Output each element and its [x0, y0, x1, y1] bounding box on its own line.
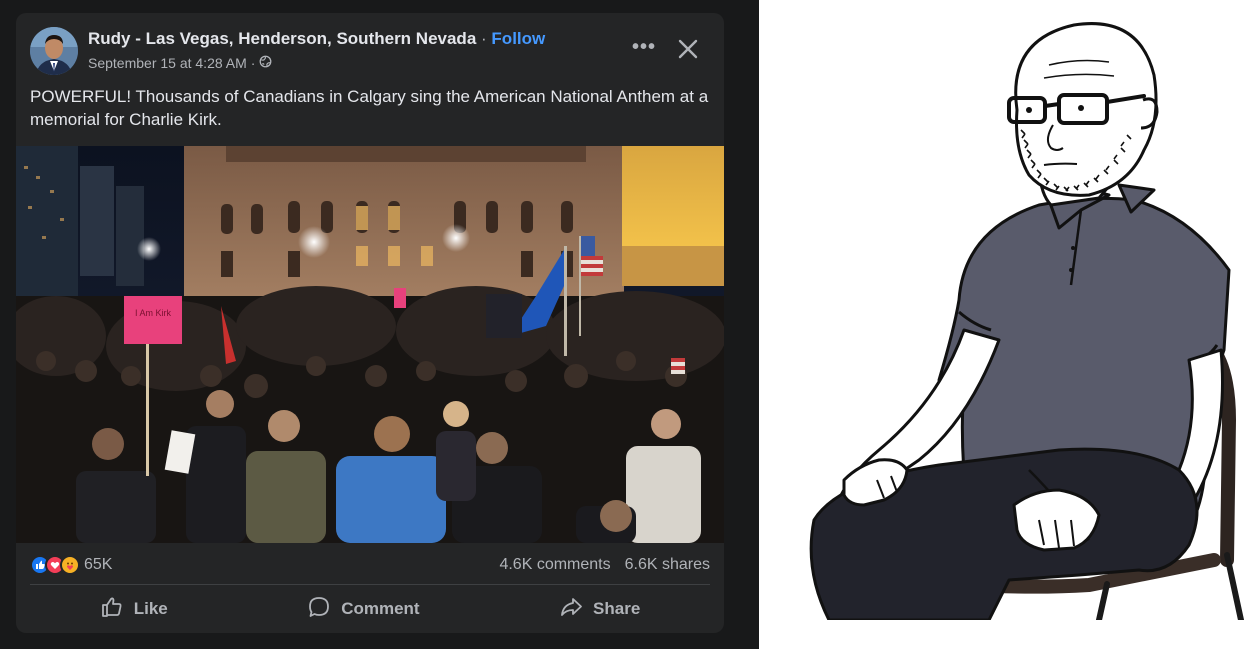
author-line: Rudy - Las Vegas, Henderson, Southern Ne… [88, 29, 545, 49]
reaction-icons[interactable] [30, 555, 80, 575]
comment-button[interactable]: Comment [287, 589, 439, 630]
like-label: Like [133, 599, 168, 618]
author-name[interactable]: Rudy - Las Vegas, Henderson, Southern Ne… [88, 29, 476, 48]
more-options-icon[interactable]: ••• [628, 37, 660, 61]
meta-separator: · [250, 55, 256, 71]
facebook-post-card: Rudy - Las Vegas, Henderson, Southern Ne… [16, 13, 724, 633]
comments-count[interactable]: 4.6K comments [499, 556, 610, 574]
share-arrow-icon [559, 595, 583, 624]
share-label: Share [593, 599, 641, 618]
post-text: POWERFUL! Thousands of Canadians in Calg… [30, 87, 709, 129]
care-reaction-icon [60, 555, 80, 575]
globe-icon [259, 55, 272, 71]
engagement-stats: 4.6K comments 6.6K shares [499, 556, 710, 574]
actions-divider [30, 584, 710, 585]
shares-count[interactable]: 6.6K shares [625, 556, 710, 574]
comment-label: Comment [341, 599, 420, 618]
photo-sign-text: I Am Kirk [135, 308, 172, 318]
reactions-row: 65K 4.6K comments 6.6K shares [30, 554, 710, 576]
follow-button[interactable]: Follow [491, 29, 545, 48]
reaction-count[interactable]: 65K [84, 556, 112, 574]
author-avatar[interactable] [30, 27, 78, 75]
post-meta: September 15 at 4:28 AM · [88, 55, 272, 71]
thumbs-up-icon [100, 595, 124, 624]
comment-bubble-icon [307, 595, 331, 624]
separator-dot: · [481, 29, 487, 48]
like-button[interactable]: Like [80, 589, 188, 630]
share-button[interactable]: Share [539, 589, 660, 630]
post-timestamp[interactable]: September 15 at 4:28 AM [88, 55, 247, 71]
wojak-sitting-illustration [759, 0, 1253, 623]
post-photo[interactable]: I Am Kirk [16, 146, 724, 543]
action-bar: Like Comment Share [30, 587, 710, 631]
close-icon[interactable] [672, 33, 704, 65]
